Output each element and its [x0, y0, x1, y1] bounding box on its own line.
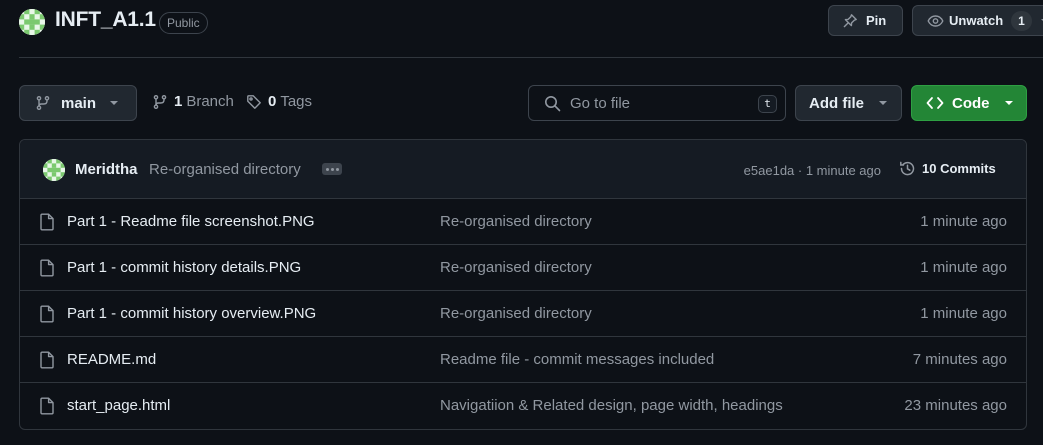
avatar[interactable]: [43, 159, 65, 181]
header-divider: [19, 57, 1043, 58]
commit-message[interactable]: Re-organised directory: [149, 161, 301, 178]
unwatch-label: Unwatch: [949, 13, 1004, 28]
branch-count-label: Branch: [186, 93, 234, 110]
tag-icon: [246, 94, 262, 110]
tag-count-label: Tags: [280, 93, 313, 110]
file-icon: [39, 351, 55, 369]
branches-link[interactable]: 1 Branch: [152, 93, 234, 110]
pin-label: Pin: [866, 13, 887, 28]
branch-selector[interactable]: main: [19, 85, 137, 121]
unwatch-button[interactable]: Unwatch 1: [912, 5, 1043, 36]
file-name-link[interactable]: Part 1 - commit history overview.PNG: [67, 305, 316, 322]
go-to-file-input[interactable]: [570, 94, 750, 112]
tags-link[interactable]: 0 Tags: [246, 93, 312, 110]
commit-author[interactable]: Meridtha: [75, 161, 138, 178]
chevron-down-icon: [1004, 100, 1014, 106]
table-row: Part 1 - commit history overview.PNG Re-…: [20, 291, 1026, 337]
code-label: Code: [952, 94, 990, 112]
chevron-down-icon: [109, 100, 119, 106]
tag-count: 0: [268, 93, 277, 110]
file-commit-age: 1 minute ago: [920, 259, 1007, 276]
repo-owner-avatar[interactable]: [19, 9, 45, 35]
pin-icon: [842, 13, 858, 29]
git-branch-icon: [35, 95, 51, 111]
file-commit-message[interactable]: Navigatiion & Related design, page width…: [440, 397, 783, 414]
table-row: Part 1 - commit history details.PNG Re-o…: [20, 245, 1026, 291]
commits-history-link[interactable]: 10 Commits: [899, 160, 996, 177]
file-commit-message[interactable]: Readme file - commit messages included: [440, 351, 714, 368]
chevron-down-icon: [878, 100, 888, 106]
file-name-link[interactable]: start_page.html: [67, 397, 170, 414]
file-commit-age: 1 minute ago: [920, 305, 1007, 322]
expand-commit-button[interactable]: [322, 163, 342, 175]
keyboard-shortcut-hint: t: [758, 95, 777, 113]
file-name-link[interactable]: Part 1 - commit history details.PNG: [67, 259, 301, 276]
branch-count: 1: [174, 93, 183, 110]
watchers-count: 1: [1011, 10, 1032, 31]
go-to-file-search[interactable]: t: [528, 85, 786, 121]
file-commit-age: 1 minute ago: [920, 213, 1007, 230]
file-commit-message[interactable]: Re-organised directory: [440, 213, 592, 230]
history-icon: [899, 160, 916, 177]
add-file-button[interactable]: Add file: [795, 85, 902, 121]
file-icon: [39, 213, 55, 231]
git-branch-icon: [152, 94, 168, 110]
visibility-badge: Public: [159, 12, 208, 34]
latest-commit-bar: Meridtha Re-organised directory e5ae1da …: [20, 140, 1026, 199]
eye-icon: [927, 13, 944, 29]
search-icon: [544, 95, 561, 112]
file-name-link[interactable]: Part 1 - Readme file screenshot.PNG: [67, 213, 315, 230]
file-icon: [39, 305, 55, 323]
add-file-label: Add file: [809, 94, 864, 112]
table-row: Part 1 - Readme file screenshot.PNG Re-o…: [20, 199, 1026, 245]
file-table: Meridtha Re-organised directory e5ae1da …: [19, 139, 1027, 430]
file-commit-message[interactable]: Re-organised directory: [440, 259, 592, 276]
file-commit-age: 7 minutes ago: [912, 351, 1007, 368]
branch-name: main: [61, 94, 97, 112]
file-icon: [39, 259, 55, 277]
table-row: README.md Readme file - commit messages …: [20, 337, 1026, 383]
pin-button[interactable]: Pin: [828, 5, 903, 36]
repo-name[interactable]: INFT_A1.1: [55, 8, 156, 32]
file-commit-age: 23 minutes ago: [904, 397, 1007, 414]
table-row: start_page.html Navigatiion & Related de…: [20, 383, 1026, 429]
file-icon: [39, 397, 55, 415]
code-icon: [926, 96, 944, 110]
file-commit-message[interactable]: Re-organised directory: [440, 305, 592, 322]
commit-hash-time[interactable]: e5ae1da · 1 minute ago: [744, 163, 881, 178]
code-button[interactable]: Code: [911, 85, 1027, 121]
commits-count: 10 Commits: [922, 161, 996, 176]
file-name-link[interactable]: README.md: [67, 351, 156, 368]
